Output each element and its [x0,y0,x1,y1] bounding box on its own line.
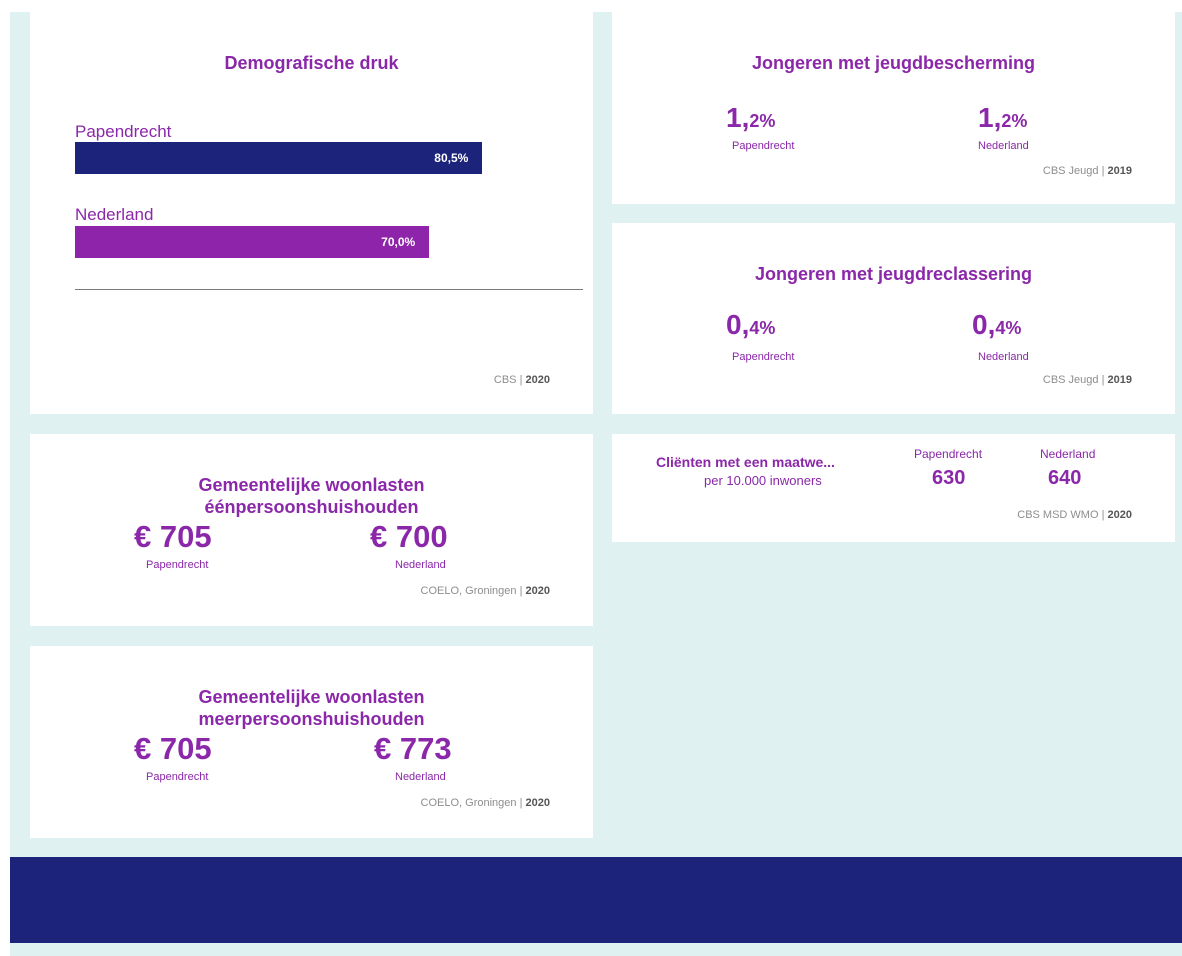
nederland-value: 640 [1048,467,1082,489]
nederland-value: 1,2% [978,102,1028,133]
source-label: COELO, Groningen | 2020 [420,797,550,809]
papendrecht-value: 630 [932,467,966,489]
nederland-label: Nederland [395,771,446,783]
maatwerk-title[interactable]: Cliënten met een maatwe... [656,454,835,470]
nederland-label: Nederland [395,559,446,571]
papendrecht-value: 1,2% [726,102,776,133]
source-label: CBS MSD WMO | 2020 [1017,509,1132,521]
card-woonlasten-eenpersoons: Gemeentelijke woonlasten éénpersoonshuis… [30,434,593,626]
card-title: Jongeren met jeugdreclassering [754,264,1033,284]
card-jeugdreclassering: Jongeren met jeugdreclassering 0,4% Pape… [612,223,1175,414]
card-jeugdbescherming: Jongeren met jeugdbescherming 1,2% Papen… [612,12,1175,204]
source-label: CBS | 2020 [493,374,550,386]
card-title-line1: Gemeentelijke woonlasten [198,687,425,707]
papendrecht-value: € 705 [134,731,212,766]
papendrecht-label: Papendrecht [146,559,209,571]
nederland-value: € 700 [370,519,448,554]
card-title: Jongeren met jeugdbescherming [751,53,1036,73]
bar-nederland: 70,0% [75,226,430,258]
papendrecht-label: Papendrecht [914,447,983,461]
card-demografische-druk: Demografische druk Papendrecht 80,5% Ned… [30,12,593,414]
card-title-line1: Gemeentelijke woonlasten [198,475,425,495]
source-label: CBS Jeugd | 2019 [1042,165,1132,177]
bar-papendrecht: 80,5% [75,142,483,174]
papendrecht-label: Papendrecht [732,140,795,152]
nederland-value: 0,4% [972,309,1022,340]
nederland-label: Nederland [1040,447,1096,461]
bar-value-nederland: 70,0% [381,235,416,249]
nederland-label: Nederland [978,351,1029,363]
papendrecht-label: Papendrecht [146,771,209,783]
papendrecht-label: Papendrecht [732,351,795,363]
papendrecht-value: 0,4% [726,309,776,340]
source-label: CBS Jeugd | 2019 [1042,374,1132,386]
bar-value-papendrecht: 80,5% [434,151,469,165]
footer-band [10,857,1182,943]
chart-baseline [75,289,583,290]
card-title-line2: éénpersoonshuishouden [204,497,419,517]
source-label: COELO, Groningen | 2020 [420,585,550,597]
card-woonlasten-meerpersoons: Gemeentelijke woonlasten meerpersoonshui… [30,646,593,838]
bar-label-nederland: Nederland [75,205,154,224]
nederland-label: Nederland [978,140,1029,152]
maatwerk-subtitle: per 10.000 inwoners [704,473,822,488]
card-maatwerk-clienten: Cliënten met een maatwe... per 10.000 in… [612,434,1175,542]
papendrecht-value: € 705 [134,519,212,554]
card-title: Demografische druk [224,53,399,73]
bar-label-papendrecht: Papendrecht [75,122,172,141]
card-title-line2: meerpersoonshuishouden [198,709,425,729]
nederland-value: € 773 [374,731,452,766]
